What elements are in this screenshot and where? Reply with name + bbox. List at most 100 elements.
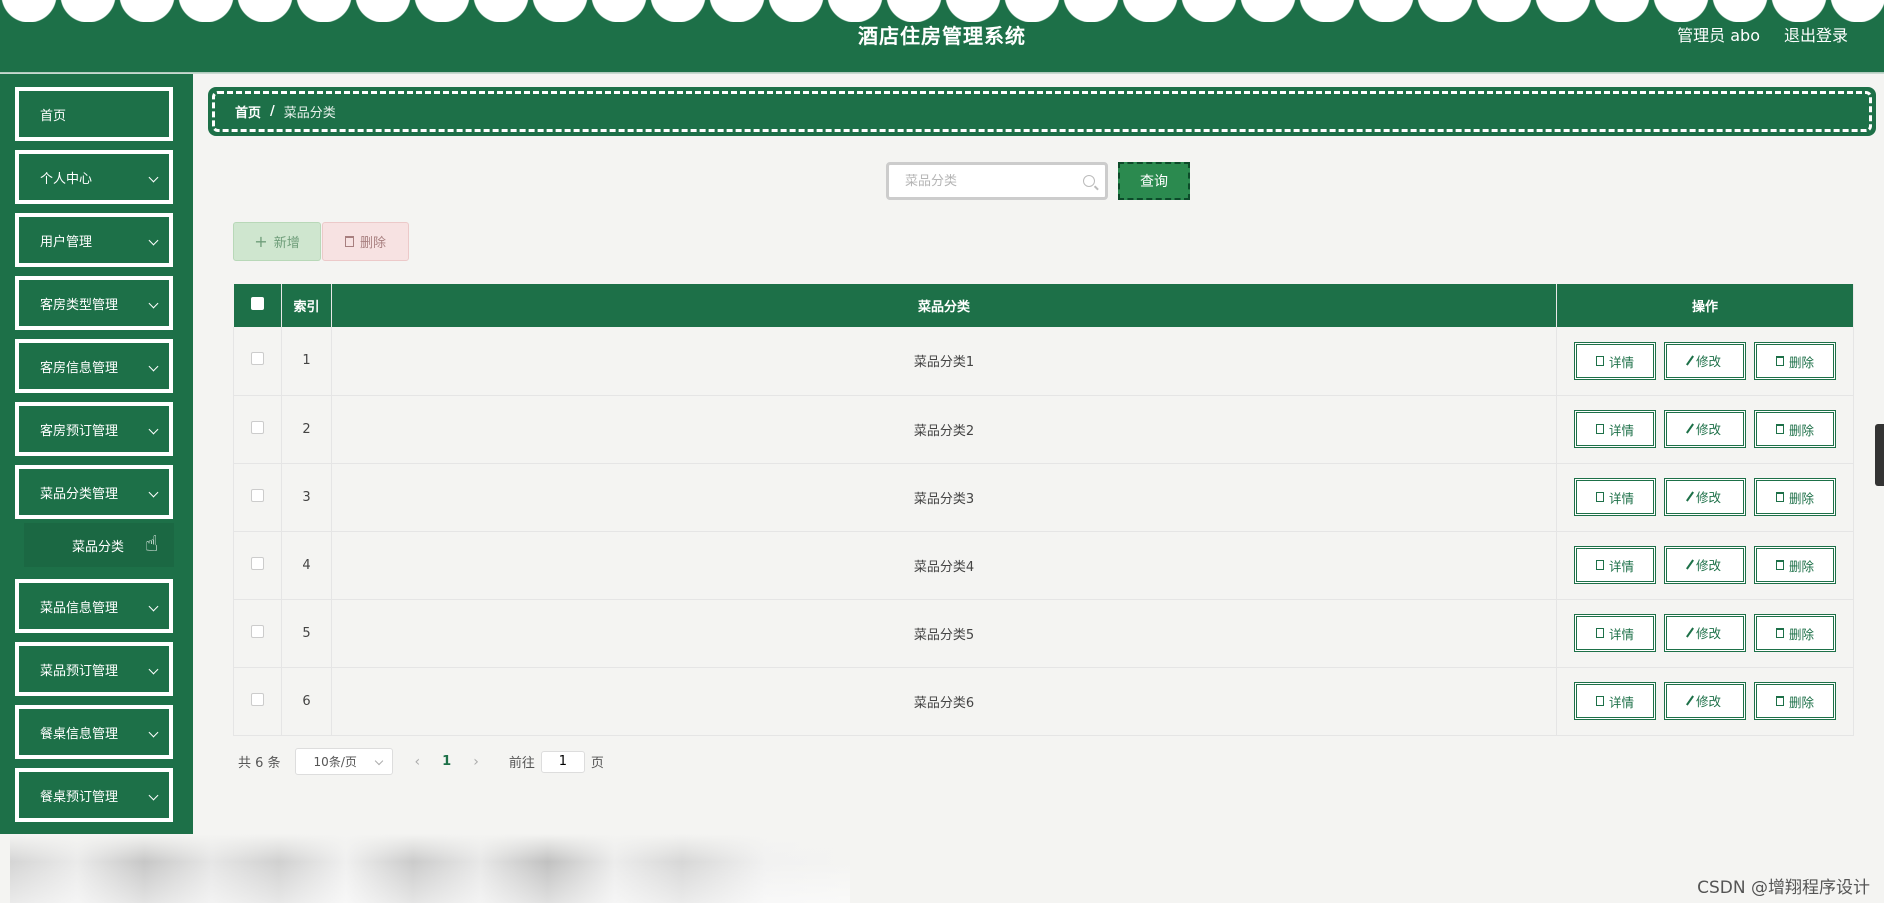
delete-label: 删除 <box>1788 694 1814 710</box>
hand-cursor-icon: ☝ <box>145 532 159 557</box>
row-index: 4 <box>281 531 332 600</box>
detail-button[interactable]: 详情 <box>1574 410 1656 449</box>
top-header: 酒店住房管理系统 管理员 abo 退出登录 <box>0 0 1884 74</box>
breadcrumb-current: 菜品分类 <box>283 106 336 121</box>
search-input[interactable] <box>905 173 1083 189</box>
delete-button[interactable]: 删除 <box>1754 478 1836 517</box>
scallop-decoration <box>0 0 1884 22</box>
chevron-down-icon <box>148 298 159 309</box>
detail-button[interactable]: 详情 <box>1574 478 1656 517</box>
sidebar-item-label: 客房类型管理 <box>40 297 119 313</box>
chevron-down-icon <box>148 361 159 372</box>
row-checkbox[interactable] <box>251 488 264 502</box>
document-icon <box>1595 696 1604 707</box>
row-category: 菜品分类2 <box>331 395 1557 464</box>
sidebar-item-label: 客房预订管理 <box>40 423 119 439</box>
breadcrumb-home[interactable]: 首页 <box>235 102 261 121</box>
detail-button[interactable]: 详情 <box>1574 342 1656 380</box>
trash-icon <box>1775 628 1784 639</box>
edit-button[interactable]: 修改 <box>1664 613 1746 652</box>
chevron-down-icon <box>148 487 159 498</box>
sidebar-item-label: 首页 <box>40 108 67 124</box>
edit-button[interactable]: 修改 <box>1664 477 1746 516</box>
sidebar-item-room-type-management[interactable]: 客房类型管理 <box>15 276 173 330</box>
add-button-label: 新增 <box>273 236 300 251</box>
user-label: 管理员 abo <box>1677 26 1760 45</box>
sidebar-item-table-info-management[interactable]: 餐桌信息管理 <box>15 705 173 759</box>
detail-label: 详情 <box>1608 558 1634 574</box>
sidebar-item-label: 个人中心 <box>40 171 93 187</box>
chevron-down-icon <box>148 172 159 183</box>
document-icon <box>1595 560 1604 571</box>
document-icon <box>1595 492 1604 503</box>
trash-icon <box>1775 424 1784 435</box>
sidebar-item-room-booking-management[interactable]: 客房预订管理 <box>15 402 173 456</box>
watermark: CSDN @增翔程序设计 <box>1697 878 1870 898</box>
scrollbar-handle[interactable] <box>1875 424 1884 486</box>
edit-button[interactable]: 修改 <box>1664 341 1746 380</box>
detail-label: 详情 <box>1608 626 1634 642</box>
detail-label: 详情 <box>1608 354 1634 370</box>
edit-button[interactable]: 修改 <box>1664 545 1746 584</box>
sidebar-item-label: 用户管理 <box>40 234 93 250</box>
sidebar-item-home[interactable]: 首页 <box>15 87 173 141</box>
edit-button[interactable]: 修改 <box>1664 409 1746 448</box>
row-checkbox[interactable] <box>251 624 264 638</box>
chevron-down-icon <box>148 235 159 246</box>
delete-button[interactable]: 删除 <box>1754 614 1836 653</box>
table-row: 6 菜品分类6 详情 修改 删除 <box>233 667 1854 736</box>
logout-link[interactable]: 退出登录 <box>1784 22 1848 46</box>
delete-label: 删除 <box>1788 422 1814 438</box>
row-checkbox[interactable] <box>251 692 264 706</box>
sidebar-item-dish-category-management[interactable]: 菜品分类管理 <box>15 465 173 519</box>
detail-button[interactable]: 详情 <box>1574 682 1656 721</box>
sidebar-item-label: 餐桌预订管理 <box>40 789 119 805</box>
goto-page-input[interactable] <box>540 750 585 773</box>
batch-delete-label: 删除 <box>359 236 386 251</box>
row-category: 菜品分类1 <box>331 327 1557 396</box>
delete-label: 删除 <box>1788 558 1814 574</box>
edit-icon <box>1686 423 1694 434</box>
sidebar-item-label: 菜品分类管理 <box>40 486 119 502</box>
edit-button[interactable]: 修改 <box>1664 681 1746 720</box>
delete-button[interactable]: 删除 <box>1754 342 1836 380</box>
row-checkbox[interactable] <box>251 352 264 366</box>
edit-icon <box>1686 627 1694 638</box>
next-page-icon[interactable]: › <box>473 754 479 770</box>
sidebar-item-dish-info-management[interactable]: 菜品信息管理 <box>15 579 173 633</box>
delete-button[interactable]: 删除 <box>1754 410 1836 449</box>
add-button[interactable]: + 新增 <box>233 222 321 261</box>
edit-icon <box>1686 355 1694 366</box>
row-checkbox[interactable] <box>251 556 264 570</box>
page-suffix-label: 页 <box>590 756 604 771</box>
pagination: 共 6 条 10条/页 ‹ 1 › 前往 页 <box>238 748 604 775</box>
sidebar-item-room-info-management[interactable]: 客房信息管理 <box>15 339 173 393</box>
sidebar-item-user-management[interactable]: 用户管理 <box>15 213 173 267</box>
delete-button[interactable]: 删除 <box>1754 682 1836 721</box>
sidebar-item-table-booking-management[interactable]: 餐桌预订管理 <box>15 768 173 822</box>
delete-button[interactable]: 删除 <box>1754 546 1836 585</box>
page-size-select[interactable]: 10条/页 <box>294 748 393 775</box>
chevron-down-icon <box>148 664 159 675</box>
sidebar-item-personal-center[interactable]: 个人中心 <box>15 150 173 204</box>
sidebar-item-dish-booking-management[interactable]: 菜品预订管理 <box>15 642 173 696</box>
detail-button[interactable]: 详情 <box>1574 614 1656 653</box>
row-checkbox[interactable] <box>251 420 264 434</box>
prev-page-icon[interactable]: ‹ <box>415 754 421 770</box>
query-button[interactable]: 查询 <box>1118 162 1190 200</box>
column-header-category: 菜品分类 <box>331 284 1557 327</box>
table-row: 1 菜品分类1 详情 修改 删除 <box>233 327 1854 396</box>
page-number-current[interactable]: 1 <box>442 754 451 769</box>
edit-icon <box>1686 695 1694 706</box>
batch-delete-button[interactable]: 删除 <box>322 222 409 261</box>
detail-button[interactable]: 详情 <box>1574 546 1656 585</box>
select-all-checkbox[interactable] <box>250 297 264 310</box>
delete-label: 删除 <box>1788 490 1814 506</box>
table-row: 4 菜品分类4 详情 修改 删除 <box>233 531 1854 600</box>
table-row: 3 菜品分类3 详情 修改 删除 <box>233 463 1854 532</box>
row-category: 菜品分类3 <box>331 463 1557 532</box>
edit-label: 修改 <box>1695 694 1721 710</box>
edit-label: 修改 <box>1695 558 1721 574</box>
search-icon[interactable] <box>1083 175 1095 187</box>
row-category: 菜品分类5 <box>331 599 1557 668</box>
